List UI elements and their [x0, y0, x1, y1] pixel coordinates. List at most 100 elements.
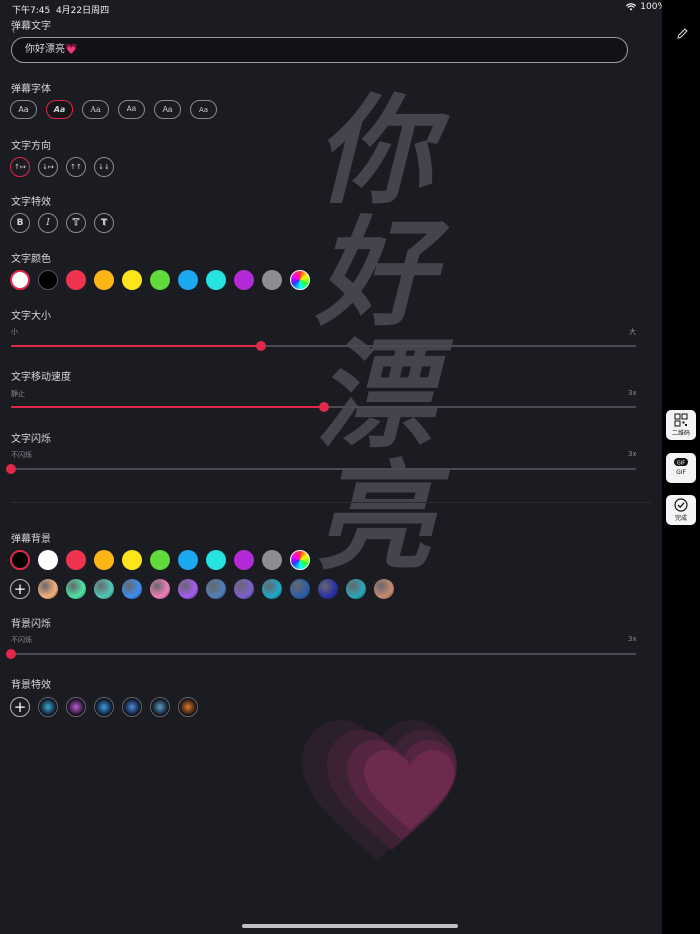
home-indicator[interactable] — [242, 924, 458, 928]
wifi-icon — [626, 3, 637, 11]
edit-pen-icon[interactable] — [676, 27, 689, 40]
font-option-1[interactable]: Aa — [10, 100, 37, 119]
text-color-swatch[interactable] — [94, 270, 114, 290]
qr-code-icon — [674, 413, 688, 427]
bg-color-swatch[interactable] — [94, 550, 114, 570]
qr-code-label: 二维码 — [671, 430, 690, 437]
bg-image-swatch[interactable] — [94, 579, 114, 599]
bg-image-swatch[interactable] — [290, 579, 310, 599]
direction-option-4[interactable]: ↓↓ — [94, 157, 114, 177]
text-color-swatch[interactable] — [38, 270, 58, 290]
direction-option-1[interactable]: ↑↦ — [10, 157, 30, 177]
gif-button[interactable]: GIF GIF — [666, 453, 696, 483]
font-option-2[interactable]: Aa — [46, 100, 73, 119]
bg-color-swatch[interactable] — [38, 550, 58, 570]
add-bg-effect-button[interactable]: + — [10, 697, 30, 717]
bg-color-swatch[interactable] — [234, 550, 254, 570]
danmaku-text-label: 弹幕文字 — [11, 21, 51, 32]
bg-effect-swatch[interactable] — [38, 697, 58, 717]
bg-blink-label: 背景闪烁 — [11, 619, 51, 630]
text-color-swatch[interactable] — [206, 270, 226, 290]
bg-image-swatch[interactable] — [318, 579, 338, 599]
bg-effect-swatch[interactable] — [178, 697, 198, 717]
font-option-3[interactable]: Aa — [82, 100, 109, 119]
qr-code-button[interactable]: 二维码 — [666, 410, 696, 440]
bg-image-swatch[interactable] — [178, 579, 198, 599]
bg-color-label: 弹幕背景 — [11, 534, 51, 545]
font-option-6[interactable]: Aa — [190, 100, 217, 119]
bg-effect-swatch[interactable] — [94, 697, 114, 717]
italic-button[interactable]: I — [38, 213, 58, 233]
slider-knob[interactable] — [318, 402, 329, 412]
bg-color-swatch[interactable] — [178, 550, 198, 570]
text-effect-options: B I T T — [10, 213, 122, 233]
direction-option-2[interactable]: ↓↦ — [38, 157, 58, 177]
text-size-slider[interactable] — [11, 341, 636, 351]
text-color-swatch[interactable] — [262, 270, 282, 290]
text-color-swatch[interactable] — [234, 270, 254, 290]
bg-image-swatch[interactable] — [122, 579, 142, 599]
checkmark-icon — [674, 498, 688, 512]
bg-color-swatch[interactable] — [150, 550, 170, 570]
text-size-label: 文字大小 — [11, 311, 51, 322]
back-chevron-icon[interactable]: ‹ — [12, 27, 16, 37]
font-option-4[interactable]: Aa — [118, 100, 145, 119]
text-color-swatch[interactable] — [122, 270, 142, 290]
bg-color-swatch[interactable] — [122, 550, 142, 570]
text-color-swatch[interactable] — [150, 270, 170, 290]
bg-blink-min-label: 不闪烁 — [11, 636, 32, 644]
blink-max-label: 3x — [628, 450, 637, 458]
bg-image-swatch[interactable] — [262, 579, 282, 599]
text-color-swatch[interactable] — [66, 270, 86, 290]
outline-text-button[interactable]: T — [66, 213, 86, 233]
font-label: 弹幕字体 — [11, 84, 51, 95]
direction-option-3[interactable]: ↑↑ — [66, 157, 86, 177]
bg-color-swatch[interactable] — [206, 550, 226, 570]
danmaku-preview-text: 你好漂亮 — [315, 82, 434, 586]
bg-blink-max-label: 3x — [628, 635, 637, 643]
bg-effect-swatch[interactable] — [122, 697, 142, 717]
shadow-text-button[interactable]: T — [94, 213, 114, 233]
bg-image-swatch[interactable] — [374, 579, 394, 599]
text-effect-label: 文字特效 — [11, 197, 51, 208]
bg-effect-swatch[interactable] — [66, 697, 86, 717]
bg-image-swatch[interactable] — [234, 579, 254, 599]
bg-image-swatch[interactable] — [66, 579, 86, 599]
text-color-label: 文字颜色 — [11, 254, 51, 265]
font-options: Aa Aa Aa Aa Aa Aa — [10, 100, 226, 119]
text-color-swatches — [10, 270, 318, 290]
bg-image-swatch[interactable] — [346, 579, 366, 599]
bg-color-swatch[interactable] — [66, 550, 86, 570]
section-divider — [11, 502, 651, 503]
bg-color-swatch[interactable] — [262, 550, 282, 570]
bg-color-wheel-icon[interactable] — [290, 550, 310, 570]
heart-effect-icon — [302, 720, 457, 860]
bg-effect-swatch[interactable] — [150, 697, 170, 717]
size-min-label: 小 — [11, 328, 18, 336]
text-blink-slider[interactable] — [6, 464, 636, 474]
bg-blink-slider[interactable] — [6, 649, 636, 659]
add-bg-image-button[interactable]: + — [10, 579, 30, 599]
slider-knob[interactable] — [6, 649, 16, 659]
bg-color-swatch[interactable] — [10, 550, 30, 570]
text-color-swatch[interactable] — [10, 270, 30, 290]
bg-image-swatch[interactable] — [38, 579, 58, 599]
text-speed-slider[interactable] — [11, 402, 636, 412]
bold-button[interactable]: B — [10, 213, 30, 233]
done-button[interactable]: 完成 — [666, 495, 696, 525]
direction-label: 文字方向 — [11, 141, 51, 152]
text-color-swatch[interactable] — [178, 270, 198, 290]
direction-options: ↑↦ ↓↦ ↑↑ ↓↓ — [10, 157, 122, 177]
speed-min-label: 静止 — [11, 390, 25, 398]
bg-image-swatch[interactable] — [206, 579, 226, 599]
danmaku-text-input[interactable]: 你好漂亮💗 — [11, 37, 628, 63]
custom-color-wheel-icon[interactable] — [290, 270, 310, 290]
bg-image-swatches: + — [10, 579, 402, 599]
font-option-5[interactable]: Aa — [154, 100, 181, 119]
status-bar: 下午7:45 4月22日周四 100% — [0, 0, 700, 16]
slider-knob[interactable] — [6, 464, 16, 474]
bg-image-swatch[interactable] — [150, 579, 170, 599]
slider-knob[interactable] — [256, 341, 266, 351]
status-time: 下午7:45 4月22日周四 — [12, 6, 110, 16]
done-label: 完成 — [674, 515, 687, 522]
